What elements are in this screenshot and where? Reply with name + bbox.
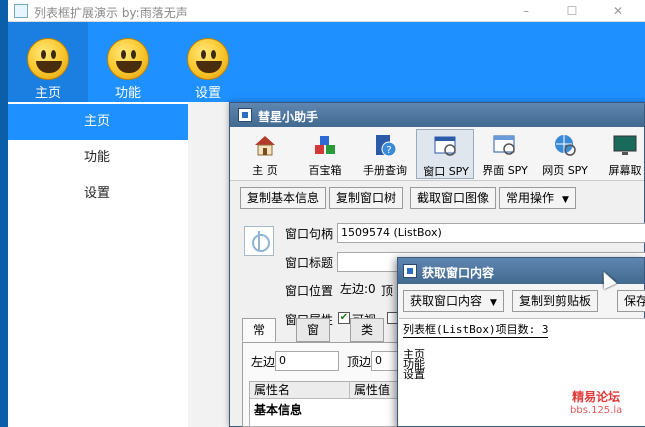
sidebar-item-home[interactable]: 主页	[8, 104, 188, 140]
nav-tab-function[interactable]: 功能	[88, 22, 168, 102]
left-edge-label: 左边	[251, 355, 276, 369]
help-book-icon: ?	[376, 135, 397, 157]
svg-text:?: ?	[386, 145, 391, 156]
toolbar-manual-button[interactable]: ? 手册查询	[356, 129, 414, 179]
crosshair-target-icon[interactable]	[244, 226, 274, 256]
ui-spy-icon	[493, 135, 515, 155]
screen-capture-icon	[613, 135, 637, 155]
helper-toolbar: 主 页 百宝箱 ? 手册查询 窗口 SPY 界面 SPY 网页 SPY 屏幕取	[230, 127, 644, 181]
helper-window-title: 彗星小助手	[258, 110, 319, 124]
capture-window-image-button[interactable]: 截取窗口图像	[410, 187, 497, 209]
toolbar-label: 窗口 SPY	[423, 165, 469, 178]
top-nav: 主页 功能 设置	[8, 22, 645, 102]
toolbar-label: 百宝箱	[308, 164, 342, 177]
caret-down-icon: ▼	[490, 298, 497, 308]
toolbar-label: 界面 SPY	[482, 164, 528, 177]
smiley-icon	[187, 38, 229, 80]
tab-class[interactable]: 类	[350, 318, 385, 342]
desktop-edge	[0, 0, 8, 427]
toolbar-label: 屏幕取	[608, 164, 642, 177]
demo-window-title: 列表框扩展演示 by:雨落无声	[34, 6, 188, 20]
toolbar-screen-capture-button[interactable]: 屏幕取	[596, 129, 645, 179]
nav-tab-home[interactable]: 主页	[8, 22, 88, 102]
dropdown-label: 常用操作	[506, 191, 555, 205]
smiley-icon	[107, 38, 149, 80]
close-icon[interactable]: ✕	[608, 2, 628, 20]
nav-tab-label: 设置	[194, 86, 221, 101]
list-item: 主页	[403, 348, 425, 361]
sidebar-item-function[interactable]: 功能	[8, 140, 188, 176]
position-top-label: 顶	[381, 284, 394, 298]
copy-basic-info-button[interactable]: 复制基本信息	[240, 187, 327, 209]
cubes-icon	[315, 136, 335, 154]
getwin-app-icon	[403, 264, 417, 278]
list-item: 设置	[403, 368, 425, 381]
dropdown-label: 获取窗口内容	[410, 294, 483, 308]
forum-watermark: 精易论坛 bbs.125.la	[570, 388, 622, 416]
window-position-label: 窗口位置	[285, 284, 334, 298]
watermark-url: bbs.125.la	[570, 405, 623, 416]
house-icon	[255, 136, 275, 156]
table-header-name[interactable]: 属性名	[250, 382, 350, 399]
tab-window[interactable]: 窗口	[296, 318, 331, 359]
toolbar-label: 主 页	[252, 164, 278, 177]
item-count-line: 列表框(ListBox)项目数: 3	[403, 323, 549, 338]
left-edge-field[interactable]: 0	[275, 351, 339, 371]
visible-checkbox[interactable]: ✔	[338, 312, 350, 324]
copy-window-tree-button[interactable]: 复制窗口树	[329, 187, 404, 209]
demo-titlebar: 列表框扩展演示 by:雨落无声 – ☐ ✕	[8, 0, 645, 22]
copy-to-clipboard-button[interactable]: 复制到剪贴板	[512, 290, 599, 312]
nav-tab-label: 功能	[114, 86, 141, 101]
helper-titlebar[interactable]: 彗星小助手	[230, 103, 644, 127]
sidebar-listbox[interactable]: 主页 功能 设置	[8, 102, 188, 427]
save-button[interactable]: 保存	[617, 290, 645, 312]
toolbar-ui-spy-button[interactable]: 界面 SPY	[476, 129, 534, 179]
nav-tab-settings[interactable]: 设置	[168, 22, 248, 102]
table-row[interactable]: 基本信息	[254, 401, 302, 418]
minimize-icon[interactable]: –	[516, 2, 536, 20]
sidebar-item-settings[interactable]: 设置	[8, 176, 188, 212]
window-handle-label: 窗口句柄	[285, 227, 334, 241]
common-operations-dropdown[interactable]: 常用操作 ▼	[499, 187, 576, 209]
getwin-window-title: 获取窗口内容	[422, 266, 495, 280]
toolbar-toolbox-button[interactable]: 百宝箱	[296, 129, 354, 179]
app-icon	[14, 4, 28, 18]
watermark-title: 精易论坛	[572, 390, 621, 404]
list-item: 功能	[403, 358, 425, 371]
toolbar-window-spy-button[interactable]: 窗口 SPY	[416, 129, 474, 179]
tab-general[interactable]: 常规	[242, 318, 277, 359]
toolbar-home-button[interactable]: 主 页	[236, 129, 294, 179]
top-edge-label: 顶边	[347, 355, 372, 369]
web-spy-icon	[555, 135, 576, 156]
maximize-icon[interactable]: ☐	[562, 2, 582, 20]
toolbar-web-spy-button[interactable]: 网页 SPY	[536, 129, 594, 179]
nav-tab-label: 主页	[34, 86, 61, 101]
helper-app-icon	[238, 108, 252, 122]
toolbar-label: 网页 SPY	[542, 164, 588, 177]
smiley-icon	[27, 38, 69, 80]
window-title-label: 窗口标题	[285, 256, 334, 270]
window-spy-icon	[434, 136, 456, 156]
get-window-content-dropdown[interactable]: 获取窗口内容 ▼	[403, 290, 504, 312]
caret-down-icon: ▼	[562, 195, 569, 205]
toolbar-label: 手册查询	[363, 164, 407, 177]
window-handle-field[interactable]: 1509574 (ListBox)	[337, 223, 645, 243]
